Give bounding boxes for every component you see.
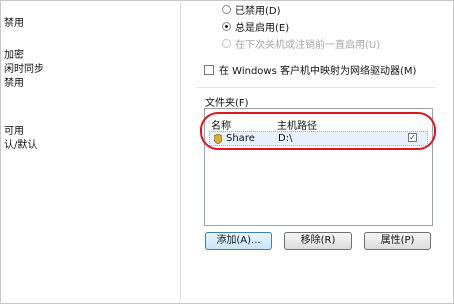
properties-button[interactable]: 属性(P)	[364, 232, 431, 250]
radio-always[interactable]	[222, 22, 231, 31]
radio-next-boot-option[interactable]: 在下次关机或注销前一直启用(U)	[222, 36, 380, 51]
left-label-default: 认/默认	[4, 140, 38, 151]
map-drives-checkbox[interactable]	[204, 64, 214, 75]
remove-button[interactable]: 移除(R)	[284, 232, 352, 250]
add-button[interactable]: 添加(A)...	[205, 232, 272, 250]
folders-section-label: 文件夹(F)	[205, 98, 249, 109]
radio-disabled-label: 已禁用(D)	[235, 6, 281, 17]
panel-divider	[180, 0, 181, 300]
red-highlight-annotation	[200, 112, 436, 150]
left-label-idle-sync: 闲时同步	[4, 64, 44, 75]
left-label-available: 可用	[4, 126, 24, 137]
radio-next-boot-label: 在下次关机或注销前一直启用(U)	[235, 40, 381, 51]
radio-disabled[interactable]	[222, 5, 231, 14]
radio-always-label: 总是启用(E)	[235, 23, 290, 34]
map-drives-option[interactable]: 在 Windows 客户机中映射为网络驱动器(M)	[204, 62, 416, 77]
radio-always-option[interactable]: 总是启用(E)	[222, 19, 289, 34]
left-label-encrypt: 加密	[4, 50, 24, 61]
left-label-disabled: 禁用	[4, 18, 24, 29]
left-label-disabled-2: 禁用	[4, 78, 24, 89]
map-drives-label: 在 Windows 客户机中映射为网络驱动器(M)	[219, 66, 417, 77]
section-divider	[196, 87, 436, 88]
radio-next-boot[interactable]	[222, 39, 231, 48]
radio-disabled-option[interactable]: 已禁用(D)	[222, 2, 281, 17]
